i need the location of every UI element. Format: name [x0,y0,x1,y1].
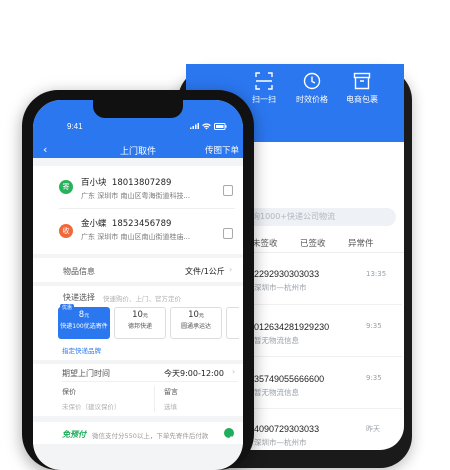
insurance-label: 保价 [62,388,76,396]
quick-action-label: 电商包裹 [346,95,378,104]
courier-price: 10 [188,310,199,320]
package-icon [353,72,371,90]
sender-address: 广东 深圳市 南山区粤海街道科技... [81,192,191,200]
shipment-number[interactable]: 012634281929230 [254,322,329,332]
contact-book-icon[interactable] [223,185,233,196]
quick-action-label: 时效价格 [296,95,328,104]
status-time: 9:41 [67,122,83,131]
shipment-route: 深圳市—杭州市 [254,438,307,447]
tabs-divider [236,252,404,253]
item-info-value: 文件/1公斤 [185,267,225,276]
sender-name-text: 百小块 [81,178,107,188]
receiver-phone: 18523456789 [111,219,172,229]
receiver-name[interactable]: 金小蝶 18523456789 [81,217,171,229]
checkmark-icon[interactable] [224,428,234,441]
pickup-time-label: 期望上门时间 [62,369,110,378]
insurance-value[interactable]: 未保价（建议保价） [62,401,121,411]
phone-notch [93,100,183,118]
contact-book-icon[interactable] [223,228,233,239]
quick-action-label: 扫一扫 [252,95,276,104]
message-icon[interactable] [184,40,196,59]
specify-brand-link[interactable]: 指定快递品牌 [62,345,101,355]
tab-unsigned[interactable]: 未签收 [252,237,278,249]
payment-desc: 微信支付分550以上，下单先寄件后付款 [92,432,209,440]
discount-tag: 优惠 [60,304,75,311]
remark-input[interactable]: 选填 [164,401,177,411]
address-divider [59,208,235,209]
courier-select-hint: 快速购价、上门、官方定价 [103,295,181,303]
sender-phone: 18013807289 [111,178,172,188]
clock-icon [303,72,321,90]
row-divider [252,356,402,357]
shipment-number[interactable]: 4090729303033 [254,424,319,434]
receiver-badge: 收 [59,224,73,238]
sender-name[interactable]: 百小块 18013807289 [81,176,171,188]
remark-label: 留言 [164,388,178,396]
tab-signed[interactable]: 已签收 [300,237,326,249]
signal-icon [190,123,199,129]
row-divider [252,304,402,305]
courier-name: 德邦快递 [127,323,152,330]
search-placeholder: 查询1000+快递公司物流 [244,212,336,221]
courier-name: 快递100优选寄件 [60,323,108,330]
courier-option-selected[interactable]: 8元 快递100优选寄件 [58,307,110,339]
chevron-right-icon: › [229,265,233,274]
battery-icon [214,123,227,130]
shipment-route: 暂无物流信息 [254,336,299,345]
shipment-number[interactable]: 35749055666600 [254,374,324,384]
tab-exception[interactable]: 异常件 [348,237,374,249]
price-unit: 元 [198,313,204,319]
scan-icon [255,72,273,90]
shipment-route: 深圳市—杭州市 [254,283,307,292]
courier-name: 圆通承运达 [180,323,211,330]
courier-option-partial[interactable] [226,307,239,339]
row-divider [252,408,402,409]
courier-option[interactable]: 10元 德邦快递 [114,307,166,339]
price-unit: 元 [84,313,90,319]
shipment-time: 昨天 [366,425,380,433]
front-status-icons [190,123,227,130]
receiver-name-text: 金小蝶 [81,219,107,229]
courier-price: 10 [132,310,143,320]
quick-action-package[interactable]: 电商包裹 [334,72,390,105]
shipment-time: 9:35 [366,374,382,382]
courier-select-label: 快递选择 [63,293,95,302]
sender-badge: 寄 [59,180,73,194]
item-info-label: 物品信息 [63,267,95,276]
shipment-number[interactable]: 2292930303033 [254,269,319,279]
chevron-right-icon: › [232,367,236,376]
pickup-divider [62,381,238,382]
receiver-address: 广东 深圳市 南山区南山街道桂庙... [81,233,191,241]
quick-action-price[interactable]: 时效价格 [284,72,340,105]
pickup-time-value[interactable]: 今天9:00-12:00 [164,368,224,379]
no-prepay-label: 免预付 [62,430,86,439]
shipment-time: 13:35 [366,270,387,278]
courier-option[interactable]: 10元 圆通承运达 [170,307,222,339]
upload-order-button[interactable]: 传图下单 [205,144,239,156]
shipment-time: 9:35 [366,322,382,330]
shipment-route: 暂无物流信息 [254,388,299,397]
app-brand-logo: 快递100 [86,43,134,58]
wifi-icon [202,123,211,130]
price-unit: 元 [142,313,148,319]
vertical-divider [154,386,155,412]
